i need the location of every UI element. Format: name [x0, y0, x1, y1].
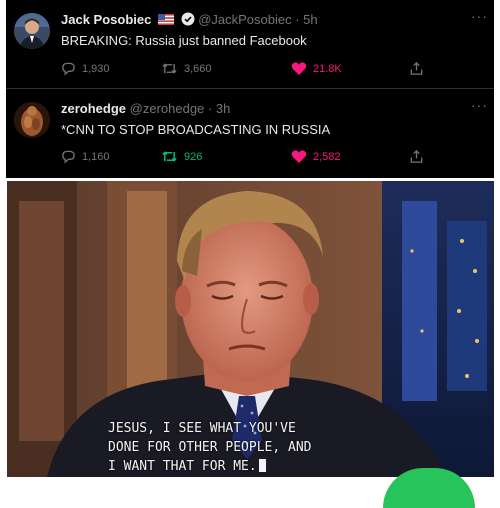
tweet[interactable]: Jack Posobiec @JackPosobiec · 5h ··· BRE… [6, 0, 494, 89]
like-count: 21.8K [313, 62, 342, 75]
retweet-button[interactable]: 3,660 [161, 61, 212, 76]
caption-cursor-block [258, 459, 266, 472]
more-options-icon[interactable]: ··· [471, 8, 488, 24]
caption-line-text: I WANT THAT FOR ME. [108, 459, 257, 474]
like-button[interactable]: 21.8K [291, 61, 342, 76]
avatar[interactable] [14, 102, 50, 138]
avatar-figure-icon [14, 102, 50, 138]
like-count: 2,582 [313, 150, 341, 163]
share-button[interactable] [409, 149, 424, 164]
avatar[interactable] [14, 13, 50, 49]
retweet-active-icon [162, 151, 177, 162]
reply-count: 1,930 [82, 62, 110, 75]
reply-count: 1,160 [82, 150, 110, 163]
retweet-button[interactable]: 926 [161, 149, 202, 164]
retweet-icon [162, 63, 177, 74]
tweet-actions: 1,930 3,660 21.8K [61, 61, 441, 79]
like-button[interactable]: 2,582 [291, 149, 341, 164]
author-handle[interactable]: @zerohedge [130, 101, 205, 116]
share-icon [410, 61, 423, 75]
author-handle[interactable]: @JackPosobiec [198, 12, 291, 27]
tweet-header: Jack Posobiec @JackPosobiec · 5h [61, 12, 318, 29]
retweet-count: 926 [184, 150, 203, 163]
share-button[interactable] [409, 61, 424, 76]
tweet-text: BREAKING: Russia just banned Facebook [61, 33, 307, 48]
author-name[interactable]: zerohedge [61, 101, 126, 116]
tweet[interactable]: zerohedge @zerohedge · 3h ··· *CNN TO ST… [6, 89, 494, 178]
caption-line: JESUS, I SEE WHAT YOU'VE [108, 421, 296, 436]
tweet-header: zerohedge @zerohedge · 3h [61, 101, 230, 116]
subtitle-caption: JESUS, I SEE WHAT YOU'VE DONE FOR OTHER P… [108, 419, 312, 476]
tweet-text: *CNN TO STOP BROADCASTING IN RUSSIA [61, 122, 331, 137]
us-flag-icon [157, 13, 174, 28]
tweet-actions: 1,160 926 2,582 [61, 149, 441, 167]
reply-button[interactable]: 1,930 [61, 61, 110, 76]
heart-filled-icon [291, 62, 307, 75]
reply-icon [62, 150, 75, 164]
more-options-icon[interactable]: ··· [471, 97, 488, 113]
retweet-count: 3,660 [184, 62, 212, 75]
reply-button[interactable]: 1,160 [61, 149, 110, 164]
author-name[interactable]: Jack Posobiec [61, 12, 151, 27]
tweet-time[interactable]: · 5h [295, 12, 317, 27]
share-icon [410, 149, 423, 163]
reply-icon [62, 62, 75, 76]
caption-line: I WANT THAT FOR ME. [108, 457, 312, 476]
heart-filled-icon [291, 150, 307, 163]
tweet-thread-screenshot: Jack Posobiec @JackPosobiec · 5h ··· BRE… [6, 0, 494, 178]
tweet-time[interactable]: · 3h [208, 101, 230, 116]
avatar-portrait-icon [14, 13, 50, 49]
verified-badge-icon [181, 12, 195, 29]
caption-line: DONE FOR OTHER PEOPLE, AND [108, 440, 312, 455]
